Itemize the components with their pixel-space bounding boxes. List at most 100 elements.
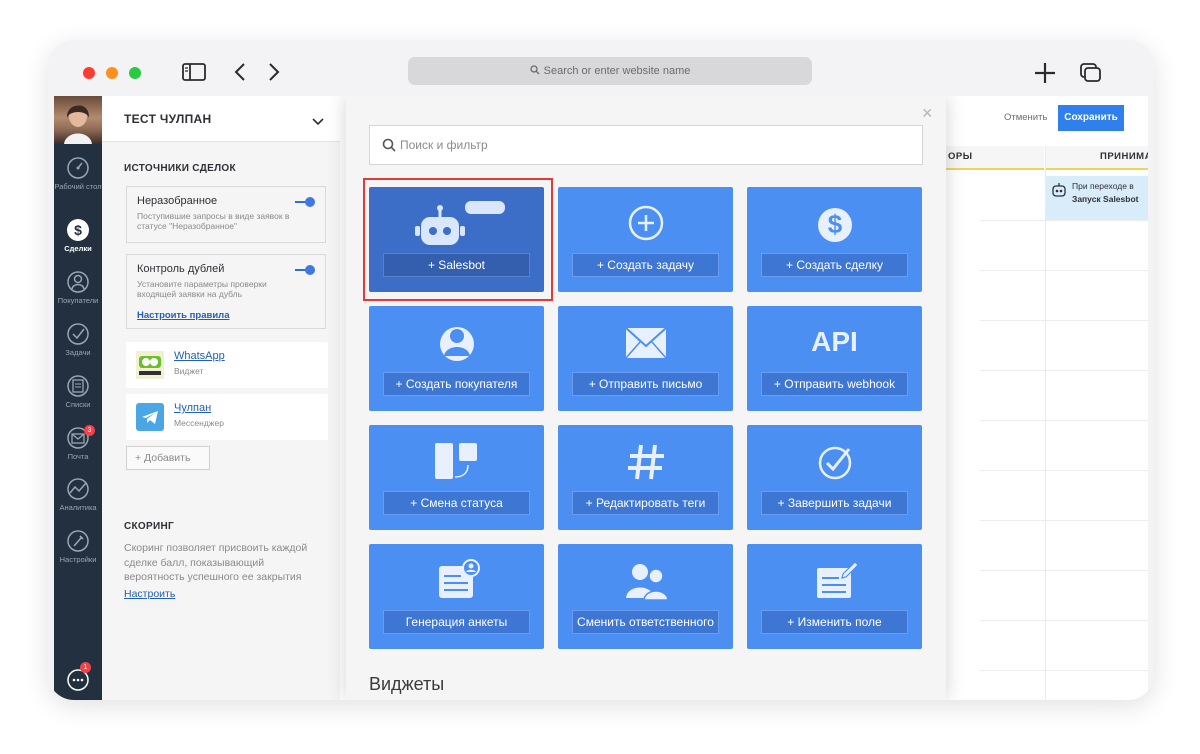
tasks-icon [67,323,89,345]
whatsapp-icon [136,351,164,379]
change-status-button[interactable]: + Смена статуса [383,491,530,515]
analytics-icon [67,478,89,500]
source-unsorted[interactable]: Неразобранное Поступившие запросы в виде… [126,186,326,243]
nav-label: Настройки [59,555,97,564]
action-generate-form[interactable]: Генерация анкеты [369,544,544,649]
action-edit-field[interactable]: + Изменить поле [747,544,922,649]
nav-item-mail[interactable]: Почта 3 [54,425,102,461]
browser-window: Search or enter website name Рабочий сто… [48,40,1154,700]
action-complete-tasks[interactable]: + Завершить задачи [747,425,922,530]
add-source-button[interactable]: + Добавить [126,446,210,470]
create-task-button[interactable]: + Создать задачу [572,253,719,277]
nav-item-deals[interactable]: $ Сделки [54,218,102,253]
source-name: Неразобранное [137,195,218,207]
sources-title: ИСТОЧНИКИ СДЕЛОК [124,163,236,174]
customer-icon [369,316,544,368]
nav-item-customers[interactable]: Покупатели [54,270,102,305]
close-window-button[interactable] [83,67,95,79]
edit-tags-button[interactable]: + Редактировать теги [572,491,719,515]
maximize-window-button[interactable] [129,67,141,79]
duplicate-control-toggle[interactable] [295,265,315,275]
nav-label: Аналитика [59,503,97,512]
channel-name: WhatsApp [174,350,225,362]
robot-icon [1052,183,1066,197]
settings-icon [67,530,89,552]
send-webhook-button[interactable]: + Отправить webhook [761,372,908,396]
api-icon-text: API [811,326,858,357]
add-task-icon [558,197,733,249]
change-responsible-button[interactable]: Сменить ответственного [572,610,719,634]
generate-form-button[interactable]: Генерация анкеты [383,610,530,634]
unsorted-toggle[interactable] [295,197,315,207]
channel-telegram[interactable]: Чулпан Мессенджер [126,394,328,440]
new-tab-icon[interactable] [1034,62,1056,89]
action-change-responsible[interactable]: Сменить ответственного [558,544,733,649]
source-duplicate-control[interactable]: Контроль дублей Установите параметры про… [126,254,326,329]
user-avatar[interactable] [54,96,102,144]
search-icon [529,65,540,75]
source-name: Контроль дублей [137,263,225,275]
mail-badge: 3 [84,425,95,436]
scoring-configure-link[interactable]: Настроить [124,588,175,600]
action-send-email[interactable]: + Отправить письмо [558,306,733,411]
nav-item-dashboard[interactable]: Рабочий стол [54,156,102,191]
salesbot-button[interactable]: + Salesbot [383,253,530,277]
nav-label: Покупатели [57,296,99,305]
save-button[interactable]: Сохранить [1058,105,1124,131]
address-placeholder: Search or enter website name [543,65,691,77]
chat-button[interactable]: 1 [66,662,91,697]
envelope-icon [558,316,733,368]
nav-item-analytics[interactable]: Аналитика [54,477,102,512]
action-create-customer[interactable]: + Создать покупателя [369,306,544,411]
complete-tasks-button[interactable]: + Завершить задачи [761,491,908,515]
svg-text:$: $ [74,222,82,238]
nav-item-lists[interactable]: Списки [54,374,102,409]
close-icon[interactable]: × [922,104,933,122]
telegram-icon [136,403,164,431]
address-bar[interactable]: Search or enter website name [408,57,812,85]
create-deal-button[interactable]: + Создать сделку [761,253,908,277]
nav-item-settings[interactable]: Настройки [54,529,102,564]
pipeline-header[interactable]: ТЕСТ ЧУЛПАН [102,96,340,142]
search-box[interactable] [369,125,923,165]
scoring-description: Скоринг позволяет присвоить каждой сделк… [124,542,308,583]
channel-name: Чулпан [174,402,212,414]
action-create-task[interactable]: + Создать задачу [558,187,733,292]
column-header: ПРИНИМА [1046,146,1148,168]
action-salesbot[interactable]: + Salesbot [369,187,544,292]
tabs-overview-icon[interactable] [1080,63,1102,88]
cancel-button[interactable]: Отменить [1004,112,1047,123]
pipeline-title: ТЕСТ ЧУЛПАН [124,112,212,126]
change-responsible-icon [558,554,733,606]
forward-icon[interactable] [268,63,280,86]
pipeline-settings-panel: ТЕСТ ЧУЛПАН ИСТОЧНИКИ СДЕЛОК Неразобранн… [102,96,340,700]
create-customer-button[interactable]: + Создать покупателя [383,372,530,396]
salesbot-trigger-card[interactable]: При переходе в Запуск Salesbot [1046,176,1148,220]
action-change-status[interactable]: + Смена статуса [369,425,544,530]
form-icon [369,554,544,606]
action-create-deal[interactable]: $ + Создать сделку [747,187,922,292]
action-edit-tags[interactable]: + Редактировать теги [558,425,733,530]
minimize-window-button[interactable] [106,67,118,79]
edit-field-button[interactable]: + Изменить поле [761,610,908,634]
svg-text:$: $ [827,209,842,239]
lists-icon [67,375,89,397]
widgets-section-title: Виджеты [369,674,445,694]
channel-whatsapp[interactable]: WhatsApp Виджет [126,342,328,388]
add-action-popup: × + Salesbot + Создать задачу [346,96,946,700]
sidebar-toggle-icon[interactable] [182,63,206,86]
channel-type: Мессенджер [174,418,224,428]
complete-tasks-icon [747,435,922,487]
channel-type: Виджет [174,366,204,376]
action-send-webhook[interactable]: API + Отправить webhook [747,306,922,411]
back-icon[interactable] [234,63,246,86]
column-divider [1045,146,1046,700]
search-input[interactable] [400,126,900,164]
nav-item-tasks[interactable]: Задачи [54,322,102,357]
configure-rules-link[interactable]: Настроить правила [137,310,229,321]
dashboard-icon [67,157,89,179]
chevron-down-icon[interactable] [312,113,324,131]
column-color-bar [940,168,1044,170]
nav-label: Рабочий стол [54,182,102,191]
send-email-button[interactable]: + Отправить письмо [572,372,719,396]
